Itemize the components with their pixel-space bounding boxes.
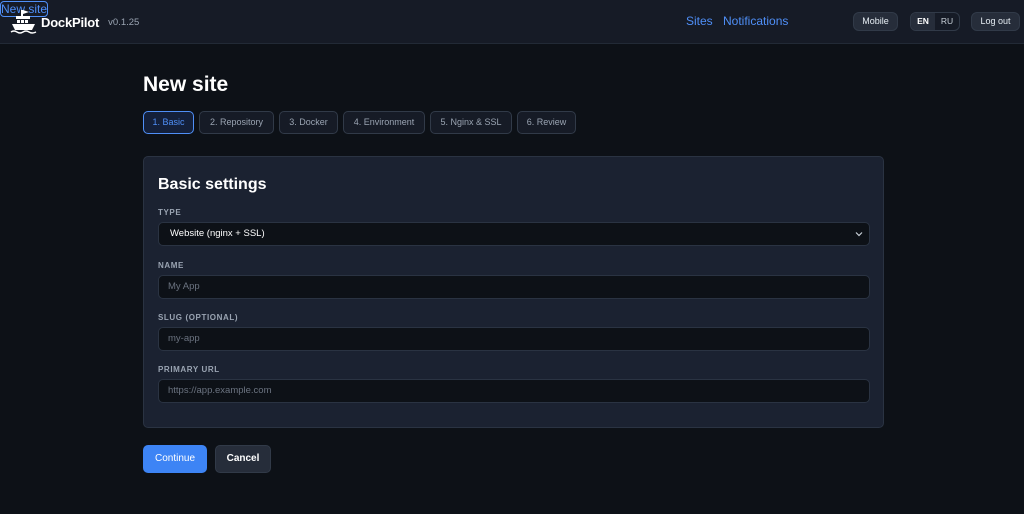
step-review-tab[interactable]: 6. Review [517,111,576,134]
type-select-value: Website (nginx + SSL) [170,228,265,239]
version-label: v0.1.25 [108,16,140,28]
brand-name: DockPilot [41,14,100,30]
type-label: TYPE [158,208,182,217]
primary-url-label: PRIMARY URL [158,365,220,374]
type-select[interactable]: Website (nginx + SSL) [158,222,870,246]
top-bar: DockPilot v0.1.25 Sites Notifications Ne… [0,0,1024,44]
step-basic-tab[interactable]: 1. Basic [143,111,194,134]
chevron-down-icon [855,232,863,237]
step-docker-tab[interactable]: 3. Docker [279,111,338,134]
language-switcher: EN RU [910,12,960,31]
step-repository-tab[interactable]: 2. Repository [199,111,274,134]
page-title: New site [143,73,229,96]
step-nginx-ssl-tab[interactable]: 5. Nginx & SSL [430,111,512,134]
lang-en-button[interactable]: EN [911,13,935,30]
continue-button[interactable]: Continue [143,445,207,473]
logout-button[interactable]: Log out [971,12,1020,31]
slug-input[interactable]: my-app [158,327,870,351]
wizard-steps: 1. Basic 2. Repository 3. Docker 4. Envi… [143,111,581,134]
nav-sites-link[interactable]: Sites [686,14,713,28]
primary-url-input[interactable]: https://app.example.com [158,379,870,403]
name-input[interactable]: My App [158,275,870,299]
mobile-button[interactable]: Mobile [853,12,898,31]
slug-label: SLUG (OPTIONAL) [158,313,239,322]
card-title: Basic settings [158,176,267,193]
step-environment-tab[interactable]: 4. Environment [343,111,425,134]
lang-ru-button[interactable]: RU [935,13,959,30]
brand[interactable]: DockPilot v0.1.25 [10,9,139,35]
name-label: NAME [158,261,184,270]
cancel-button[interactable]: Cancel [215,445,271,473]
nav-notifications-link[interactable]: Notifications [723,14,788,28]
ship-logo-icon [10,10,37,34]
basic-settings-card: Basic settings TYPE Website (nginx + SSL… [143,156,884,428]
